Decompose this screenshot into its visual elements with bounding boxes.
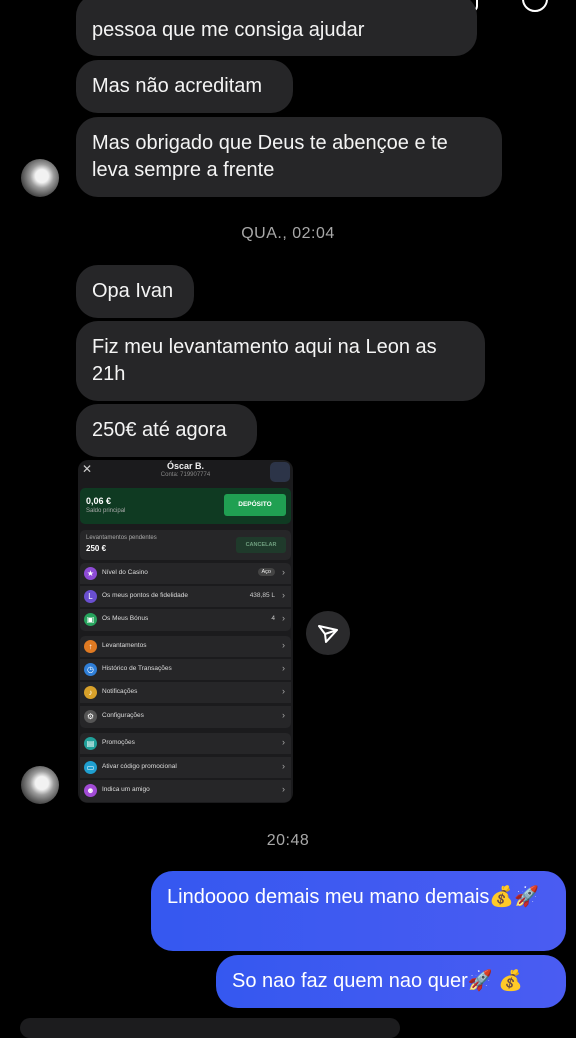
message-composer[interactable]: [20, 1018, 400, 1038]
menu-label: Histórico de Transações: [102, 665, 172, 672]
menu-label: Levantamentos: [102, 642, 147, 649]
timestamp: 20:48: [266, 832, 310, 849]
menu-icon: ▣: [84, 613, 97, 626]
message-text: Opa Ivan: [92, 280, 174, 302]
chevron-right-icon: ›: [282, 710, 285, 720]
deposit-button: DEPÓSITO: [224, 494, 286, 516]
chevron-right-icon: ›: [282, 590, 285, 600]
menu-label: Configurações: [102, 712, 144, 719]
chevron-right-icon: ›: [282, 737, 285, 747]
balance-value: 0,06 €: [86, 496, 112, 506]
chevron-right-icon: ›: [282, 686, 285, 696]
paper-plane-icon: [318, 625, 338, 643]
menu-value: 438,85 L: [249, 592, 275, 599]
casino-menu-row: ▤ Promoções ›: [80, 733, 291, 755]
message-text: pessoa que me consiga ajudar: [92, 19, 365, 41]
message-bubble-sent[interactable]: So nao faz quem nao quer🚀 💰: [216, 955, 566, 1008]
casino-menu-row: ⚙ Configurações ›: [80, 706, 291, 728]
casino-menu-row: ↑ Levantamentos ›: [80, 636, 291, 658]
message-bubble-received[interactable]: Mas não acreditam: [76, 60, 293, 113]
pending-withdrawals-card: Levantamentos pendentes 250 € CANCELAR: [80, 530, 291, 560]
menu-badge: Aço: [257, 568, 275, 576]
sender-avatar[interactable]: [21, 159, 59, 197]
chevron-right-icon: ›: [282, 640, 285, 650]
account-number: Conta: 719907774: [160, 472, 211, 478]
message-text: So nao faz quem nao quer🚀 💰: [232, 970, 524, 992]
casino-menu-row: ▣ Os Meus Bónus 4 ›: [80, 609, 291, 631]
casino-menu-row: ☻ Indica um amigo ›: [80, 780, 291, 802]
message-bubble-received[interactable]: pessoa que me consiga ajudar: [76, 0, 477, 56]
casino-menu-row: ▭ Ativar código promocional ›: [80, 757, 291, 779]
menu-icon: L: [84, 590, 97, 603]
message-text: Lindoooo demais meu mano demais💰🚀: [167, 886, 540, 908]
balance-label: Saldo principal: [86, 508, 126, 514]
menu-icon: ↑: [84, 640, 97, 653]
menu-icon: ▭: [84, 761, 97, 774]
menu-label: Promoções: [102, 739, 135, 746]
menu-label: Ativar código promocional: [102, 763, 177, 770]
account-name: Óscar B.: [166, 461, 205, 471]
menu-label: Notificações: [102, 688, 138, 695]
message-text: Fiz meu levantamento aqui na Leon as 21h: [92, 336, 437, 385]
sender-avatar[interactable]: [21, 766, 59, 804]
casino-menu-row: ◷ Histórico de Transações ›: [80, 659, 291, 681]
share-button[interactable]: [306, 611, 350, 655]
pending-value: 250 €: [86, 544, 107, 553]
message-bubble-sent[interactable]: Lindoooo demais meu mano demais💰🚀: [151, 871, 566, 951]
menu-label: Indica um amigo: [102, 786, 150, 793]
message-text: 250€ até agora: [92, 419, 227, 441]
menu-label: Nível do Casino: [102, 569, 148, 576]
menu-icon: ⚙: [84, 710, 97, 723]
balance-card: 0,06 € Saldo principal DEPÓSITO: [80, 488, 291, 524]
message-bubble-received[interactable]: Mas obrigado que Deus te abençoe e te le…: [76, 117, 502, 197]
menu-label: Os Meus Bónus: [102, 615, 149, 622]
chevron-right-icon: ›: [282, 613, 285, 623]
chevron-right-icon: ›: [282, 761, 285, 771]
chevron-right-icon: ›: [282, 784, 285, 794]
message-bubble-received[interactable]: 250€ até agora: [76, 404, 257, 457]
casino-logo-icon: [270, 462, 290, 482]
timestamp: QUA., 02:04: [241, 225, 335, 242]
menu-icon: ♪: [84, 686, 97, 699]
casino-menu-row: ♪ Notificações ›: [80, 682, 291, 704]
menu-value: 4: [271, 615, 275, 622]
casino-menu-row: L Os meus pontos de fidelidade 438,85 L ›: [80, 586, 291, 608]
chevron-right-icon: ›: [282, 567, 285, 577]
message-text: Mas não acreditam: [92, 75, 263, 97]
chevron-right-icon: ›: [282, 663, 285, 673]
message-text: Mas obrigado que Deus te abençoe e te le…: [92, 132, 448, 181]
menu-icon: ★: [84, 567, 97, 580]
pending-label: Levantamentos pendentes: [86, 535, 157, 541]
cancel-button: CANCELAR: [236, 537, 286, 553]
menu-icon: ▤: [84, 737, 97, 750]
info-icon[interactable]: [522, 0, 548, 12]
menu-label: Os meus pontos de fidelidade: [102, 592, 188, 599]
shared-image[interactable]: ✕ Óscar B. Conta: 719907774 0,06 € Saldo…: [78, 460, 293, 803]
menu-icon: ◷: [84, 663, 97, 676]
menu-icon: ☻: [84, 784, 97, 797]
casino-menu-row: ★ Nível do Casino Aço ›: [80, 563, 291, 585]
message-bubble-received[interactable]: Fiz meu levantamento aqui na Leon as 21h: [76, 321, 485, 401]
message-bubble-received[interactable]: Opa Ivan: [76, 265, 194, 318]
